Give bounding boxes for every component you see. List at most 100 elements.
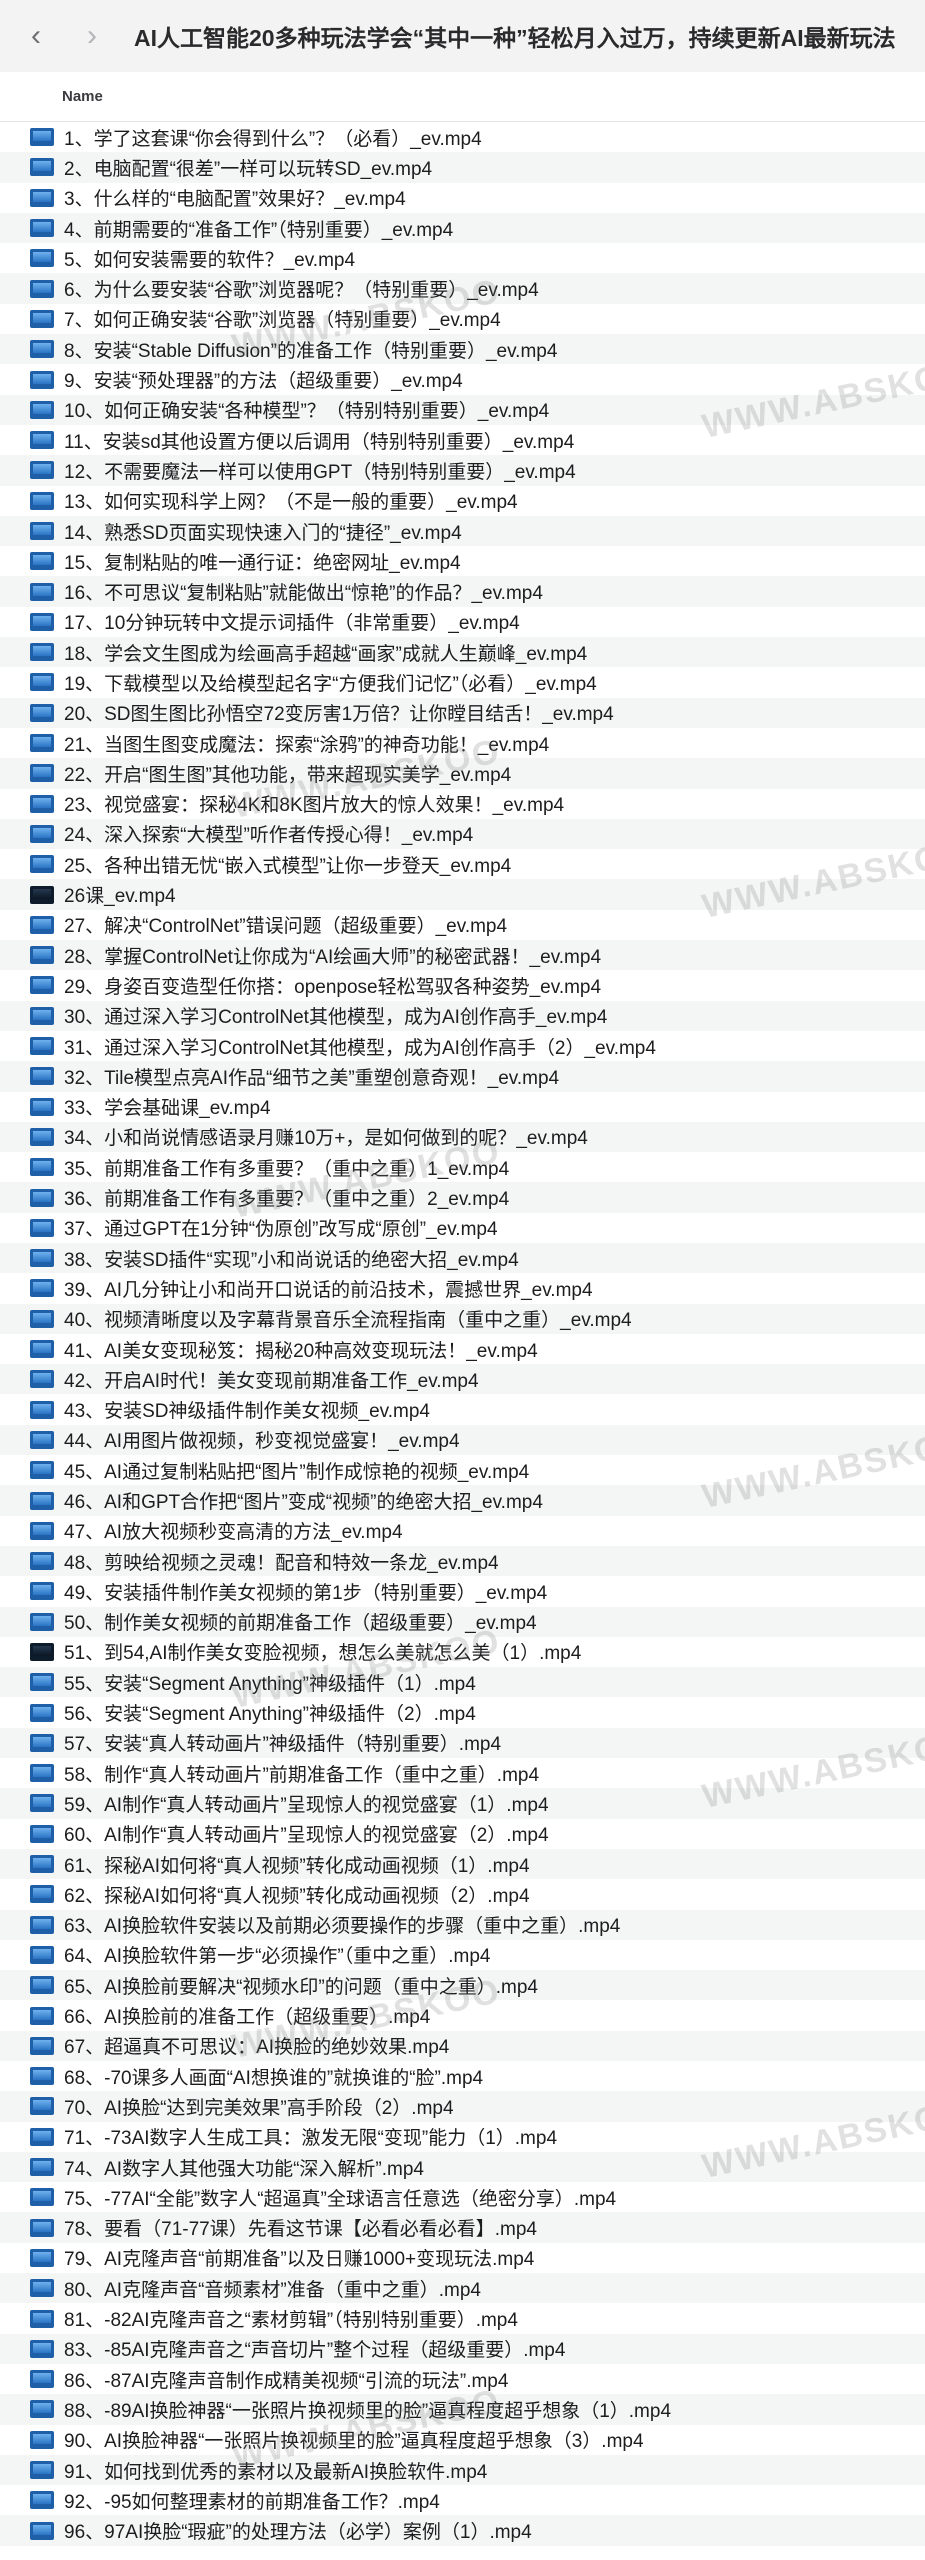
file-name: 6、为什么要安装“谷歌”浏览器呢？（特别重要）_ev.mp4	[64, 280, 539, 302]
file-row[interactable]: 18、学会文生图成为绘画高手超越“画家”成就人生巅峰_ev.mp4	[0, 637, 925, 668]
file-row[interactable]: 71、-73AI数字人生成工具：激发无限“变现”能力（1）.mp4	[0, 2122, 925, 2152]
file-row[interactable]: 25、各种出错无忧“嵌入式模型”让你一步登天_ev.mp4	[0, 849, 925, 879]
file-row[interactable]: 15、复制粘贴的唯一通行证：绝密网址_ev.mp4	[0, 546, 925, 576]
file-name: 7、如何正确安装“谷歌”浏览器（特别重要）_ev.mp4	[64, 310, 501, 332]
file-row[interactable]: 26课_ev.mp4	[0, 879, 925, 910]
file-row[interactable]: 2、电脑配置“很差”一样可以玩转SD_ev.mp4	[0, 152, 925, 183]
file-row[interactable]: 28、掌握ControlNet让你成为“AI绘画大师”的秘密武器！_ev.mp4	[0, 940, 925, 971]
file-row[interactable]: 20、SD图生图比孙悟空72变厉害1万倍？让你瞠目结舌！_ev.mp4	[0, 697, 925, 728]
file-name: 13、如何实现科学上网？（不是一般的重要）_ev.mp4	[64, 492, 518, 514]
file-row[interactable]: 61、探秘AI如何将“真人视频”转化成动画视频（1）.mp4	[0, 1848, 925, 1880]
file-row[interactable]: 37、通过GPT在1分钟“伪原创”改写成“原创”_ev.mp4	[0, 1213, 925, 1243]
file-row[interactable]: 44、AI用图片做视频，秒变视觉盛宴！_ev.mp4	[0, 1424, 925, 1456]
file-row[interactable]: 65、AI换脸前要解决“视频水印”的问题（重中之重）.mp4	[0, 1970, 925, 2001]
video-file-icon	[30, 1188, 54, 1207]
file-row[interactable]: 21、当图生图变成魔法：探索“涂鸦”的神奇功能！_ev.mp4	[0, 728, 925, 758]
file-row[interactable]: 50、制作美女视频的前期准备工作（超级重要）_ev.mp4	[0, 1606, 925, 1637]
column-header[interactable]: Name	[0, 72, 925, 122]
back-button[interactable]: ‹	[16, 16, 56, 56]
video-file-icon	[30, 2339, 54, 2358]
file-row[interactable]: 40、视频清晰度以及字幕背景音乐全流程指南（重中之重）_ev.mp4	[0, 1303, 925, 1334]
file-row[interactable]: 47、AI放大视频秒变高清的方法_ev.mp4	[0, 1516, 925, 1546]
file-row[interactable]: 3、什么样的“电脑配置”效果好？_ev.mp4	[0, 183, 925, 213]
file-row[interactable]: 39、AI几分钟让小和尚开口说话的前沿技术，震撼世界_ev.mp4	[0, 1273, 925, 1303]
file-row[interactable]: 24、深入探索“大模型”听作者传授心得！_ev.mp4	[0, 818, 925, 850]
file-name: 34、小和尚说情感语录月赚10万+，是如何做到的呢？_ev.mp4	[64, 1128, 588, 1150]
file-row[interactable]: 38、安装SD插件“实现”小和尚说话的绝密大招_ev.mp4	[0, 1242, 925, 1274]
file-row[interactable]: 8、安装“Stable Diffusion”的准备工作（特别重要）_ev.mp4	[0, 334, 925, 365]
file-row[interactable]: 48、剪映给视频之灵魂！配音和特效一条龙_ev.mp4	[0, 1545, 925, 1577]
video-file-icon	[30, 1612, 54, 1631]
video-file-icon	[30, 734, 54, 753]
file-row[interactable]: 35、前期准备工作有多重要？（重中之重）1_ev.mp4	[0, 1152, 925, 1182]
file-row[interactable]: 62、探秘AI如何将“真人视频”转化成动画视频（2）.mp4	[0, 1879, 925, 1909]
file-row[interactable]: 30、通过深入学习ControlNet其他模型，成为AI创作高手_ev.mp4	[0, 1000, 925, 1031]
file-row[interactable]: 19、下载模型以及给模型起名字“方便我们记忆”（必看）_ev.mp4	[0, 667, 925, 697]
file-row[interactable]: 86、-87AI克隆声音制作成精美视频“引流的玩法”.mp4	[0, 2364, 925, 2394]
file-name: 47、AI放大视频秒变高清的方法_ev.mp4	[64, 1522, 403, 1544]
file-row[interactable]: 64、AI换脸软件第一步“必须操作”（重中之重）.mp4	[0, 1940, 925, 1970]
file-row[interactable]: 96、97AI换脸“瑕疵”的处理方法（必学）案例（1）.mp4	[0, 2515, 925, 2546]
file-row[interactable]: 70、AI换脸“达到完美效果”高手阶段（2）.mp4	[0, 2091, 925, 2122]
file-row[interactable]: 74、AI数字人其他强大功能“深入解析”.mp4	[0, 2151, 925, 2183]
file-row[interactable]: 4、前期需要的“准备工作”（特别重要）_ev.mp4	[0, 212, 925, 244]
file-name: 23、视觉盛宴：探秘4K和8K图片放大的惊人效果！_ev.mp4	[64, 795, 565, 817]
file-name: 79、AI克隆声音“前期准备”以及日赚1000+变现玩法.mp4	[64, 2249, 535, 2271]
file-row[interactable]: 6、为什么要安装“谷歌”浏览器呢？（特别重要）_ev.mp4	[0, 273, 925, 304]
video-file-icon	[30, 1491, 54, 1510]
file-row[interactable]: 63、AI换脸软件安装以及前期必须要操作的步骤（重中之重）.mp4	[0, 1909, 925, 1940]
file-row[interactable]: 57、安装“真人转动画片”神级插件（特别重要）.mp4	[0, 1727, 925, 1759]
file-row[interactable]: 56、安装“Segment Anything”神级插件（2）.mp4	[0, 1697, 925, 1727]
file-row[interactable]: 36、前期准备工作有多重要？（重中之重）2_ev.mp4	[0, 1182, 925, 1213]
file-row[interactable]: 43、安装SD神级插件制作美女视频_ev.mp4	[0, 1394, 925, 1424]
file-name: 80、AI克隆声音“音频素材”准备（重中之重）.mp4	[64, 2279, 481, 2301]
file-row[interactable]: 31、通过深入学习ControlNet其他模型，成为AI创作高手（2）_ev.m…	[0, 1031, 925, 1061]
file-row[interactable]: 16、不可思议“复制粘贴”就能做出“惊艳”的作品？_ev.mp4	[0, 576, 925, 607]
file-row[interactable]: 11、安装sd其他设置方便以后调用（特别特别重要）_ev.mp4	[0, 425, 925, 455]
file-row[interactable]: 34、小和尚说情感语录月赚10万+，是如何做到的呢？_ev.mp4	[0, 1121, 925, 1153]
file-row[interactable]: 79、AI克隆声音“前期准备”以及日赚1000+变现玩法.mp4	[0, 2243, 925, 2273]
file-row[interactable]: 12、不需要魔法一样可以使用GPT（特别特别重要）_ev.mp4	[0, 455, 925, 486]
file-row[interactable]: 27、解决“ControlNet”错误问题（超级重要）_ev.mp4	[0, 910, 925, 940]
forward-button[interactable]: ›	[72, 16, 112, 56]
file-row[interactable]: 46、AI和GPT合作把“图片”变成“视频”的绝密大招_ev.mp4	[0, 1485, 925, 1516]
name-column-header[interactable]: Name	[62, 88, 103, 105]
file-row[interactable]: 51、到54,AI制作美女变脸视频，想怎么美就怎么美（1）.mp4	[0, 1637, 925, 1667]
file-name: 88、-89AI换脸神器“一张照片换视频里的脸”逼真程度超乎想象（1）.mp4	[64, 2400, 672, 2422]
file-row[interactable]: 29、身姿百变造型任你搭：openpose轻松驾驭各种姿势_ev.mp4	[0, 970, 925, 1000]
file-row[interactable]: 17、10分钟玩转中文提示词插件（非常重要）_ev.mp4	[0, 607, 925, 637]
file-row[interactable]: 1、学了这套课“你会得到什么”？（必看）_ev.mp4	[0, 122, 925, 152]
file-row[interactable]: 60、AI制作“真人转动画片”呈现惊人的视觉盛宴（2）.mp4	[0, 1819, 925, 1849]
file-row[interactable]: 13、如何实现科学上网？（不是一般的重要）_ev.mp4	[0, 486, 925, 516]
file-row[interactable]: 9、安装“预处理器”的方法（超级重要）_ev.mp4	[0, 364, 925, 394]
file-row[interactable]: 33、学会基础课_ev.mp4	[0, 1092, 925, 1122]
file-row[interactable]: 58、制作“真人转动画片”前期准备工作（重中之重）.mp4	[0, 1758, 925, 1788]
file-row[interactable]: 67、超逼真不可思议：AI换脸的绝妙效果.mp4	[0, 2030, 925, 2061]
file-row[interactable]: 83、-85AI克隆声音之“声音切片”整个过程（超级重要）.mp4	[0, 2333, 925, 2364]
file-row[interactable]: 68、-70课多人画面“AI想换谁的”就换谁的“脸”.mp4	[0, 2061, 925, 2091]
file-row[interactable]: 80、AI克隆声音“音频素材”准备（重中之重）.mp4	[0, 2273, 925, 2304]
file-name: 29、身姿百变造型任你搭：openpose轻松驾驭各种姿势_ev.mp4	[64, 976, 602, 998]
file-name: 24、深入探索“大模型”听作者传授心得！_ev.mp4	[64, 825, 474, 847]
file-row[interactable]: 41、AI美女变现秘笈：揭秘20种高效变现玩法！_ev.mp4	[0, 1334, 925, 1364]
file-row[interactable]: 88、-89AI换脸神器“一张照片换视频里的脸”逼真程度超乎想象（1）.mp4	[0, 2394, 925, 2425]
file-row[interactable]: 92、-95如何整理素材的前期准备工作？.mp4	[0, 2485, 925, 2515]
file-row[interactable]: 32、Tile模型点亮AI作品“细节之美”重塑创意奇观！_ev.mp4	[0, 1061, 925, 1092]
file-row[interactable]: 42、开启AI时代！美女变现前期准备工作_ev.mp4	[0, 1364, 925, 1395]
file-row[interactable]: 78、要看（71-77课）先看这节课【必看必看必看】.mp4	[0, 2212, 925, 2243]
file-row[interactable]: 7、如何正确安装“谷歌”浏览器（特别重要）_ev.mp4	[0, 304, 925, 334]
file-row[interactable]: 59、AI制作“真人转动画片”呈现惊人的视觉盛宴（1）.mp4	[0, 1788, 925, 1819]
file-row[interactable]: 14、熟悉SD页面实现快速入门的“捷径”_ev.mp4	[0, 515, 925, 547]
file-row[interactable]: 5、如何安装需要的软件？_ev.mp4	[0, 243, 925, 273]
file-row[interactable]: 10、如何正确安装“各种模型”？（特别特别重要）_ev.mp4	[0, 394, 925, 425]
file-row[interactable]: 23、视觉盛宴：探秘4K和8K图片放大的惊人效果！_ev.mp4	[0, 789, 925, 819]
file-row[interactable]: 22、开启“图生图”其他功能，带来超现实美学_ev.mp4	[0, 758, 925, 789]
file-row[interactable]: 55、安装“Segment Anything”神级插件（1）.mp4	[0, 1667, 925, 1698]
file-row[interactable]: 75、-77AI“全能”数字人“超逼真”全球语言任意选（绝密分享）.mp4	[0, 2182, 925, 2212]
file-row[interactable]: 81、-82AI克隆声音之“素材剪辑”（特别特别重要）.mp4	[0, 2303, 925, 2333]
file-row[interactable]: 66、AI换脸前的准备工作（超级重要）.mp4	[0, 2000, 925, 2030]
file-row[interactable]: 91、如何找到优秀的素材以及最新AI换脸软件.mp4	[0, 2454, 925, 2486]
file-row[interactable]: 49、安装插件制作美女视频的第1步（特别重要）_ev.mp4	[0, 1576, 925, 1606]
file-row[interactable]: 90、AI换脸神器“一张照片换视频里的脸”逼真程度超乎想象（3）.mp4	[0, 2425, 925, 2455]
file-row[interactable]: 45、AI通过复制粘贴把“图片”制作成惊艳的视频_ev.mp4	[0, 1455, 925, 1485]
